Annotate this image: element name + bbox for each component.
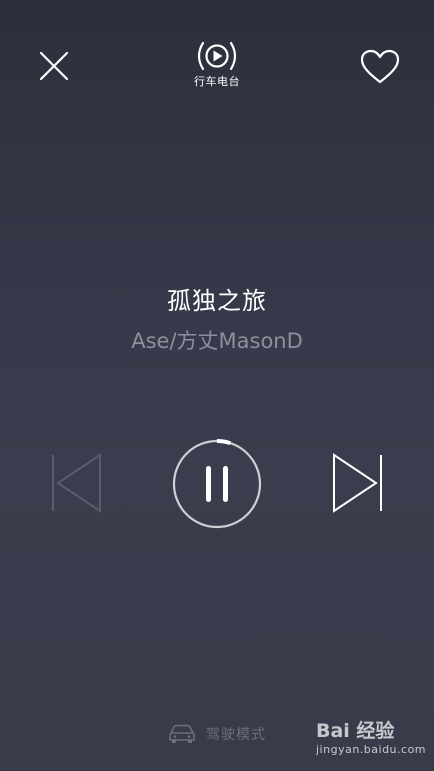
previous-button[interactable] <box>50 452 104 514</box>
radio-label: 行车电台 <box>194 75 240 88</box>
radio-broadcast-icon <box>197 41 237 71</box>
progress-ring-fill <box>216 439 231 446</box>
close-button[interactable] <box>36 48 72 84</box>
watermark-logo: Bai 经验 <box>316 720 395 742</box>
progress-ring-track <box>172 439 262 529</box>
heart-icon <box>360 49 400 84</box>
watermark-url: jingyan.baidu.com <box>316 743 427 756</box>
driving-mode-label: 驾驶模式 <box>206 727 266 743</box>
skip-previous-icon <box>52 453 101 513</box>
driving-mode-button[interactable]: 驾驶模式 <box>168 722 266 746</box>
driving-radio-button[interactable]: 行车电台 <box>187 40 247 92</box>
play-pause-button[interactable] <box>171 438 263 530</box>
song-title: 孤独之旅 <box>167 287 267 315</box>
baidu-jingyan-watermark: Bai 经验 jingyan.baidu.com <box>316 716 426 766</box>
favorite-button[interactable] <box>359 48 401 86</box>
pause-icon <box>172 439 262 529</box>
song-artist: Ase/方丈MasonD <box>131 329 303 353</box>
close-icon <box>39 51 69 81</box>
next-button[interactable] <box>330 452 384 514</box>
car-icon <box>169 724 195 743</box>
skip-next-icon <box>333 453 382 513</box>
